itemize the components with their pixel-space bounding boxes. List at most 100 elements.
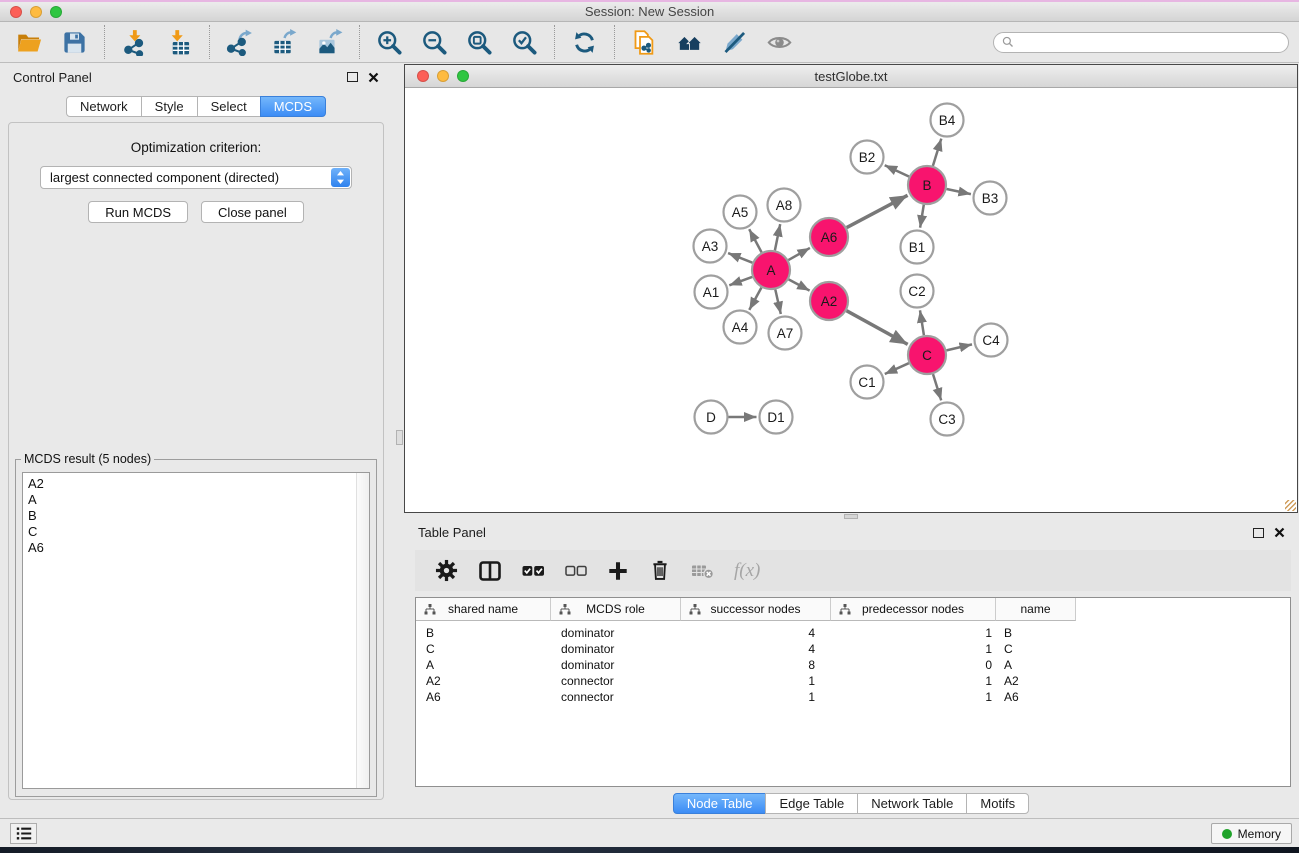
mcds-result-item[interactable]: A2 (23, 476, 369, 492)
table-cell[interactable]: 8 (681, 657, 831, 673)
tab-edge-table[interactable]: Edge Table (765, 793, 858, 814)
tab-node-table[interactable]: Node Table (673, 793, 767, 814)
import-table-button[interactable] (165, 28, 194, 57)
export-image-button[interactable] (315, 28, 344, 57)
float-panel-icon[interactable] (1253, 528, 1264, 538)
tab-network-table[interactable]: Network Table (857, 793, 967, 814)
minimize-view-button[interactable] (437, 70, 449, 82)
graph-edge-A-A8[interactable] (775, 224, 780, 250)
scrollbar-track[interactable] (356, 473, 369, 788)
table-cell[interactable]: B (996, 625, 1076, 641)
clone-network-button[interactable] (630, 28, 659, 57)
deselect-all-button[interactable] (565, 562, 587, 580)
graph-edge-A-A4[interactable] (749, 288, 761, 310)
memory-button[interactable]: Memory (1211, 823, 1292, 844)
column-header-predecessor-nodes[interactable]: predecessor nodes (831, 598, 996, 621)
mcds-result-item[interactable]: C (23, 524, 369, 540)
refresh-button[interactable] (570, 28, 599, 57)
graph-edge-C-C1[interactable] (885, 363, 909, 374)
graph-edge-C-C3[interactable] (933, 374, 941, 400)
splitter-grip[interactable] (396, 430, 403, 445)
table-cell[interactable]: dominator (551, 625, 681, 641)
close-window-button[interactable] (10, 6, 22, 18)
export-table-button[interactable] (270, 28, 299, 57)
graph-edge-C-C4[interactable] (947, 344, 973, 350)
task-history-button[interactable] (10, 823, 37, 844)
table-cell[interactable]: A (416, 657, 551, 673)
graph-edge-A2-C[interactable] (847, 311, 908, 345)
close-panel-button[interactable]: Close panel (201, 201, 304, 223)
table-cell[interactable]: 1 (831, 689, 996, 705)
table-cell[interactable]: 1 (681, 689, 831, 705)
close-panel-icon[interactable] (368, 72, 379, 83)
zoom-view-button[interactable] (457, 70, 469, 82)
close-view-button[interactable] (417, 70, 429, 82)
show-view-button[interactable] (765, 28, 794, 57)
split-table-button[interactable] (478, 560, 502, 582)
graph-edge-B-B2[interactable] (885, 165, 909, 176)
column-header-successor-nodes[interactable]: successor nodes (681, 598, 831, 621)
resize-grip[interactable] (1285, 500, 1296, 511)
table-cell[interactable]: B (416, 625, 551, 641)
column-header-mcds-role[interactable]: MCDS role (551, 598, 681, 621)
graph-edge-C-C2[interactable] (920, 310, 924, 335)
table-cell[interactable]: dominator (551, 641, 681, 657)
table-row[interactable]: Cdominator41C (416, 641, 1290, 657)
table-row[interactable]: Adominator80A (416, 657, 1290, 673)
table-cell[interactable]: A2 (416, 673, 551, 689)
mcds-result-item[interactable]: A6 (23, 540, 369, 556)
graph-edge-B-B1[interactable] (920, 205, 924, 228)
hide-labels-button[interactable] (720, 28, 749, 57)
delete-entry-button[interactable] (649, 559, 671, 582)
table-cell[interactable]: A2 (996, 673, 1076, 689)
graph-edge-B-B3[interactable] (947, 189, 971, 194)
table-row[interactable]: A6connector11A6 (416, 689, 1290, 705)
close-panel-icon[interactable] (1274, 527, 1285, 538)
optimization-select[interactable]: largest connected component (directed) (40, 166, 352, 189)
graph-edge-A-A6[interactable] (788, 248, 810, 260)
float-panel-icon[interactable] (347, 72, 358, 82)
tab-motifs[interactable]: Motifs (966, 793, 1029, 814)
table-cell[interactable]: 4 (681, 641, 831, 657)
table-cell[interactable]: A6 (996, 689, 1076, 705)
add-entry-button[interactable] (607, 560, 629, 582)
graph-edge-A-A1[interactable] (729, 277, 752, 285)
import-network-button[interactable] (120, 28, 149, 57)
minimize-window-button[interactable] (30, 6, 42, 18)
graph-edge-A-A7[interactable] (775, 290, 781, 315)
tab-network[interactable]: Network (66, 96, 142, 117)
table-row[interactable]: A2connector11A2 (416, 673, 1290, 689)
graph-edge-B-B4[interactable] (933, 139, 941, 166)
table-cell[interactable]: 4 (681, 625, 831, 641)
splitter-handle[interactable] (844, 514, 858, 519)
table-cell[interactable]: 1 (831, 625, 996, 641)
tab-mcds[interactable]: MCDS (260, 96, 326, 117)
graph-edge-A-A2[interactable] (789, 279, 810, 290)
table-cell[interactable]: 0 (831, 657, 996, 673)
table-cell[interactable]: connector (551, 689, 681, 705)
run-mcds-button[interactable]: Run MCDS (88, 201, 188, 223)
zoom-window-button[interactable] (50, 6, 62, 18)
graph-edge-A-A3[interactable] (728, 253, 752, 263)
mcds-result-item[interactable]: A (23, 492, 369, 508)
open-session-button[interactable] (15, 28, 44, 57)
save-session-button[interactable] (60, 28, 89, 57)
table-row[interactable]: Bdominator41B (416, 625, 1290, 641)
network-view-titlebar[interactable]: testGlobe.txt (405, 65, 1297, 88)
zoom-selected-button[interactable] (510, 28, 539, 57)
search-input[interactable] (1019, 34, 1280, 51)
graph-edge-A-A5[interactable] (749, 229, 761, 252)
mcds-result-item[interactable]: B (23, 508, 369, 524)
tab-style[interactable]: Style (141, 96, 198, 117)
select-all-button[interactable] (522, 562, 545, 580)
table-cell[interactable]: C (416, 641, 551, 657)
network-canvas[interactable]: B4B2BB3A8A5A6A3B1AA1C2A2A4A7C4CC1C3DD1 (405, 88, 1297, 512)
table-cell[interactable]: dominator (551, 657, 681, 673)
home-button[interactable] (675, 28, 704, 57)
graph-edge-A6-B[interactable] (847, 195, 908, 227)
zoom-out-button[interactable] (420, 28, 449, 57)
table-cell[interactable]: 1 (831, 641, 996, 657)
table-cell[interactable]: A (996, 657, 1076, 673)
tab-select[interactable]: Select (197, 96, 261, 117)
zoom-in-button[interactable] (375, 28, 404, 57)
